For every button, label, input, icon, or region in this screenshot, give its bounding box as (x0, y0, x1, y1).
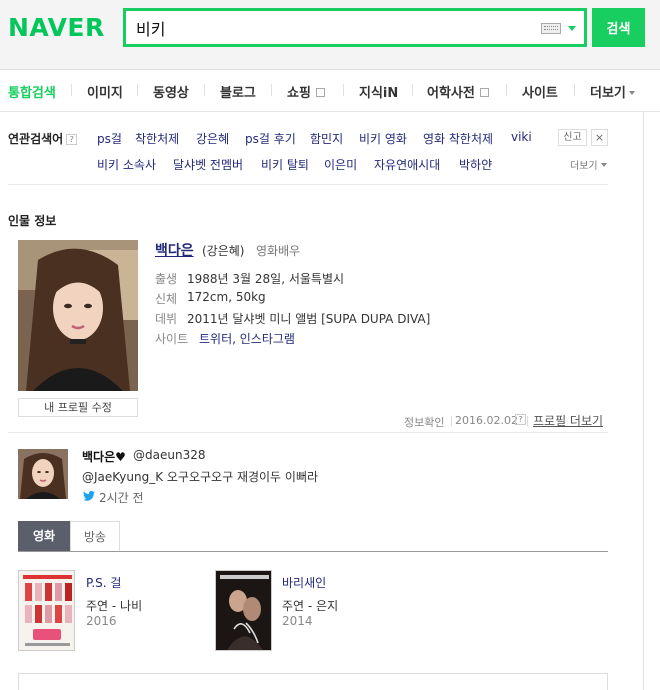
twitter-bird-icon (83, 491, 95, 501)
tweet-time: 2시간 전 (99, 491, 144, 505)
person-photo[interactable] (18, 240, 138, 391)
external-window-icon (315, 88, 325, 97)
related-keyword[interactable]: 착한처제 (135, 130, 179, 147)
tab-divider (137, 84, 138, 96)
search-input[interactable] (136, 17, 516, 39)
related-keyword[interactable]: ps걸 (97, 130, 122, 147)
movie-role: 주연 - 은지 (282, 599, 339, 613)
tab-shopping[interactable]: 쇼핑 (287, 82, 325, 101)
related-keyword[interactable]: ps걸 후기 (245, 130, 296, 147)
keyboard-icon[interactable] (541, 23, 561, 34)
search-tabs: 통합검색 이미지 동영상 블로그 쇼핑 지식iN 어학사전 사이트 더보기 (0, 70, 660, 112)
info-check-date: 2016.02.02 (455, 414, 518, 427)
tab-divider (204, 84, 205, 96)
info-value-body: 172cm, 50kg (187, 290, 266, 304)
tab-blog[interactable]: 블로그 (220, 82, 256, 101)
tab-site[interactable]: 사이트 (522, 82, 558, 101)
divider (527, 416, 528, 426)
related-keyword[interactable]: 달샤벳 전멤버 (173, 156, 243, 173)
tab-dictionary[interactable]: 어학사전 (427, 82, 489, 101)
tab-kin[interactable]: 지식iN (359, 82, 398, 101)
tab-divider (506, 84, 507, 96)
related-keyword[interactable]: 박하얀 (459, 156, 492, 173)
movie-poster[interactable] (18, 570, 75, 651)
next-section-box (18, 673, 608, 690)
person-photo-image (18, 240, 138, 391)
info-key-birth: 출생 (155, 272, 178, 286)
tab-divider (343, 84, 344, 96)
movie-title[interactable]: P.S. 걸 (86, 574, 121, 591)
info-value-birth: 1988년 3월 28일, 서울특별시 (187, 272, 345, 286)
report-button[interactable]: 신고 (558, 129, 587, 146)
tab-video[interactable]: 동영상 (153, 82, 189, 101)
info-key-debut: 데뷔 (155, 312, 178, 326)
avatar-image (18, 449, 68, 499)
external-window-icon (479, 88, 489, 97)
info-value-site-links[interactable]: 트위터, 인스타그램 (199, 330, 295, 347)
tab-divider (271, 84, 272, 96)
related-search-title: 연관검색어 (8, 132, 64, 146)
avatar[interactable] (18, 449, 68, 499)
divider (8, 432, 608, 433)
tab-dictionary-label: 어학사전 (427, 86, 475, 101)
person-occupation: 영화배우 (256, 244, 301, 258)
tweet-author-handle[interactable]: @daeun328 (133, 448, 205, 462)
related-keyword[interactable]: 비키 탈퇴 (261, 156, 309, 173)
movie-title[interactable]: 바리새인 (282, 574, 326, 591)
person-alias: (강은혜) (202, 244, 245, 258)
tab-broadcast[interactable]: 방송 (70, 521, 120, 552)
close-icon[interactable]: × (591, 129, 608, 146)
movie-year: 2016 (86, 614, 117, 628)
person-section-title: 인물 정보 (8, 214, 57, 228)
related-keyword[interactable]: 비키 영화 (359, 130, 407, 147)
tab-divider (71, 84, 72, 96)
header: NAVER 검색 (0, 0, 660, 70)
related-search-label: 연관검색어? (8, 130, 78, 147)
related-keyword[interactable]: 강은혜 (196, 130, 229, 147)
tweet-text[interactable]: @JaeKyung_K 오구오구오구 재경이두 이뻐라 (82, 468, 318, 485)
tab-images[interactable]: 이미지 (87, 82, 123, 101)
tab-more-label: 더보기 (590, 86, 626, 101)
tab-divider (574, 84, 575, 96)
help-icon[interactable]: ? (66, 134, 78, 145)
tab-more[interactable]: 더보기 (590, 82, 635, 101)
info-value-debut: 2011년 달샤벳 미니 앨범 [SUPA DUPA DIVA] (187, 312, 431, 326)
edit-profile-button[interactable]: 내 프로필 수정 (18, 398, 138, 417)
naver-logo[interactable]: NAVER (8, 13, 105, 42)
tab-underline (18, 551, 608, 552)
chevron-down-icon[interactable] (568, 26, 576, 31)
tweet-author-name: 백다은♥ (82, 450, 126, 464)
divider (8, 184, 608, 185)
caret-down-icon (628, 91, 635, 95)
search-box (123, 8, 587, 47)
movie-poster-image (216, 571, 271, 650)
content-right-border (643, 112, 644, 690)
related-keyword[interactable]: viki (511, 130, 532, 144)
info-key-site: 사이트 (155, 332, 189, 346)
info-check-label: 정보확인 (404, 416, 445, 429)
help-icon[interactable]: ? (515, 414, 526, 425)
info-key-body: 신체 (155, 292, 178, 306)
related-more-button[interactable]: 더보기 (570, 157, 607, 172)
related-more-label: 더보기 (570, 161, 598, 172)
tab-integrated[interactable]: 통합검색 (8, 82, 56, 101)
tab-shopping-label: 쇼핑 (287, 86, 311, 101)
search-button[interactable]: 검색 (592, 8, 645, 47)
movie-role: 주연 - 나비 (86, 599, 143, 613)
tab-movies[interactable]: 영화 (18, 521, 70, 552)
movie-poster-image (19, 571, 74, 650)
person-name[interactable]: 백다은 (155, 240, 194, 260)
movie-poster[interactable] (215, 570, 272, 651)
related-keyword[interactable]: 영화 착한처제 (423, 130, 493, 147)
more-profile-link[interactable]: 프로필 더보기 (533, 412, 603, 429)
caret-down-icon (600, 163, 607, 167)
related-keyword[interactable]: 자유연애시대 (374, 156, 440, 173)
movie-year: 2014 (282, 614, 313, 628)
related-keyword[interactable]: 함민지 (310, 130, 343, 147)
related-keyword[interactable]: 이은미 (324, 156, 357, 173)
tab-divider (412, 84, 413, 96)
divider (451, 416, 452, 426)
related-keyword[interactable]: 비키 소속사 (97, 156, 156, 173)
